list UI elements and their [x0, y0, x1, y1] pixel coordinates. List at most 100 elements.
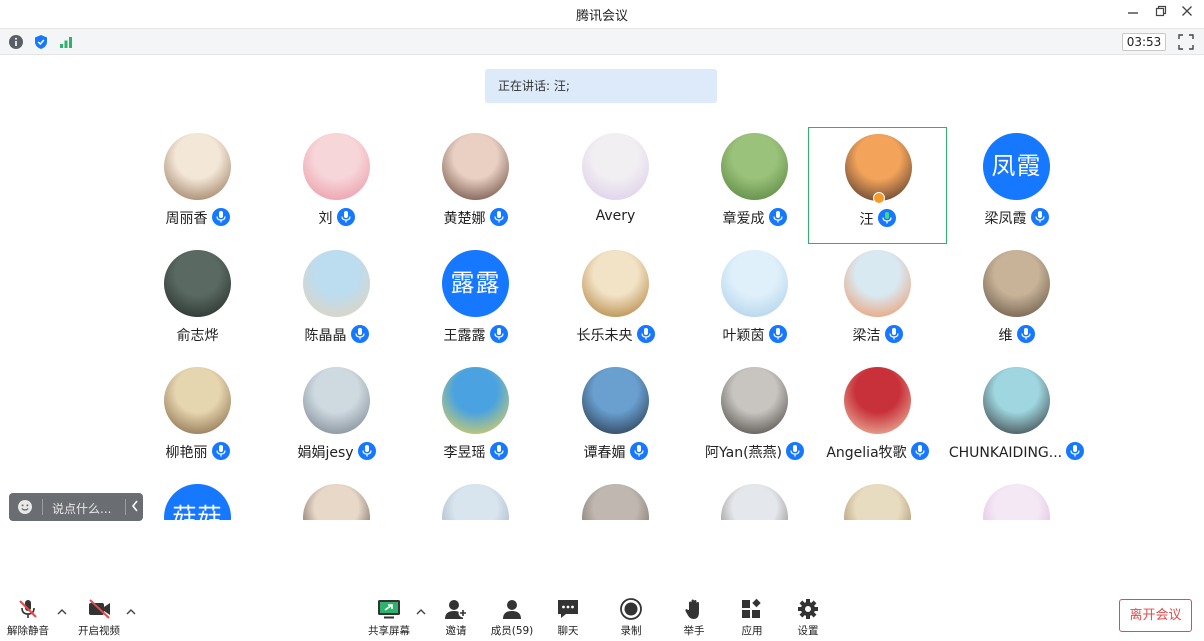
gear-icon [796, 598, 820, 620]
share-screen-button[interactable]: 共享屏幕 [364, 596, 414, 638]
participant-tile[interactable]: 陈晶晶 [267, 244, 406, 361]
participant-tile[interactable]: 维 [947, 244, 1086, 361]
participant-name-line: CHUNKAIDING... [947, 442, 1086, 461]
participant-name: 叶颖茵 [722, 328, 765, 344]
participant-tile[interactable]: Angelia牧歌 [808, 361, 947, 478]
chat-button[interactable]: 聊天 [548, 596, 588, 638]
participant-tile[interactable]: Avery [546, 127, 685, 244]
divider [125, 499, 126, 515]
video-options-caret-icon[interactable] [126, 608, 136, 619]
avatar [721, 367, 788, 434]
participant-name-line: 陈晶晶 [267, 325, 406, 345]
participant-name-line: 黄楚娜 [406, 208, 545, 228]
participant-name: 维 [998, 328, 1013, 344]
avatar [844, 250, 911, 317]
mic-icon [910, 442, 929, 460]
participant-tile[interactable]: 凤霞 梁凤霞 [947, 127, 1086, 244]
unmute-button[interactable]: 解除静音 [4, 596, 52, 638]
participant-name-line: 周丽香 [128, 208, 267, 228]
chat-label: 聊天 [557, 625, 579, 637]
mic-icon [768, 208, 787, 226]
record-button[interactable]: 录制 [611, 596, 651, 638]
share-options-caret-icon[interactable] [416, 608, 426, 619]
chat-quick-input[interactable]: 说点什么... [9, 493, 143, 521]
participant-name: Avery [595, 208, 636, 224]
avatar [983, 250, 1050, 317]
participant-tile[interactable] [267, 478, 406, 520]
participant-tile[interactable]: 露露 王露露 [406, 244, 545, 361]
collapse-chevron-icon[interactable] [130, 498, 140, 518]
participant-tile[interactable]: 梁洁 [808, 244, 947, 361]
invite-label: 邀请 [445, 625, 467, 637]
participant-tile[interactable]: 阿Yan(燕燕) [685, 361, 824, 478]
record-label: 录制 [620, 625, 642, 637]
avatar [582, 367, 649, 434]
participant-name-line: 长乐未央 [546, 325, 685, 345]
participant-tile[interactable]: 叶颖茵 [685, 244, 824, 361]
participant-name: 柳艳丽 [165, 445, 208, 461]
participant-name-line: 俞志烨 [128, 325, 267, 345]
participant-name: CHUNKAIDING... [948, 445, 1063, 461]
video-off-icon [87, 598, 111, 620]
participant-tile[interactable]: 汪 [808, 127, 947, 244]
avatar: 凤霞 [983, 133, 1050, 200]
leave-meeting-button[interactable]: 离开会议 [1119, 599, 1192, 632]
participant-tile[interactable] [808, 478, 947, 520]
apps-button[interactable]: 应用 [732, 596, 772, 638]
avatar [303, 484, 370, 520]
avatar [983, 484, 1050, 520]
participant-name: 陈晶晶 [304, 328, 347, 344]
add-user-icon [444, 598, 468, 620]
audio-options-caret-icon[interactable] [57, 608, 67, 619]
avatar [164, 133, 231, 200]
participant-tile[interactable]: 谭春媚 [546, 361, 685, 478]
participant-name: Angelia牧歌 [826, 445, 907, 461]
members-button[interactable]: 成员(59) [488, 596, 536, 638]
participant-tile[interactable] [546, 478, 685, 520]
mic-icon [768, 325, 787, 343]
participant-name-line: 维 [947, 325, 1086, 345]
unmute-label: 解除静音 [7, 625, 49, 637]
settings-button[interactable]: 设置 [788, 596, 828, 638]
participant-tile[interactable]: 柳艳丽 [128, 361, 267, 478]
participant-tile[interactable]: 李昱瑶 [406, 361, 545, 478]
participant-name-line: 谭春媚 [546, 442, 685, 462]
participant-tile[interactable]: 周丽香 [128, 127, 267, 244]
avatar [844, 367, 911, 434]
hand-icon [682, 598, 706, 620]
raise-hand-button[interactable]: 举手 [674, 596, 714, 638]
participant-tile[interactable]: 娟娟jesy [267, 361, 406, 478]
emoji-icon[interactable] [17, 499, 33, 515]
mic-icon [357, 442, 376, 460]
participant-tile[interactable]: 章爱成 [685, 127, 824, 244]
members-icon [500, 598, 524, 620]
participant-name-line: 柳艳丽 [128, 442, 267, 462]
avatar [582, 133, 649, 200]
mic-icon [489, 442, 508, 460]
participant-name: 娟娟jesy [297, 445, 354, 461]
participant-tile[interactable] [947, 478, 1086, 520]
mic-icon [350, 325, 369, 343]
participant-tile[interactable]: 俞志烨 [128, 244, 267, 361]
apps-label: 应用 [741, 625, 763, 637]
apps-grid-icon [740, 598, 764, 620]
participant-tile[interactable] [406, 478, 545, 520]
avatar [983, 367, 1050, 434]
participant-tile[interactable]: 刘 [267, 127, 406, 244]
settings-label: 设置 [797, 625, 819, 637]
participant-name: 周丽香 [165, 211, 208, 227]
participant-name: 李昱瑶 [443, 445, 486, 461]
bottom-toolbar: 解除静音 开启视频 共享屏幕 邀请 成员(59) 聊天 录制 举手 应用 设置 … [0, 590, 1204, 641]
start-video-button[interactable]: 开启视频 [74, 596, 124, 638]
participant-tile[interactable] [685, 478, 824, 520]
participant-name: 刘 [318, 211, 333, 227]
divider [42, 499, 43, 515]
speaking-mic-icon [877, 209, 896, 227]
participant-tile[interactable]: 黄楚娜 [406, 127, 545, 244]
mic-icon [629, 442, 648, 460]
participant-tile[interactable]: 长乐未央 [546, 244, 685, 361]
share-screen-label: 共享屏幕 [368, 625, 410, 637]
invite-button[interactable]: 邀请 [436, 596, 476, 638]
participant-tile[interactable]: CHUNKAIDING... [947, 361, 1086, 478]
participant-tile[interactable]: 菇菇 [128, 478, 267, 520]
